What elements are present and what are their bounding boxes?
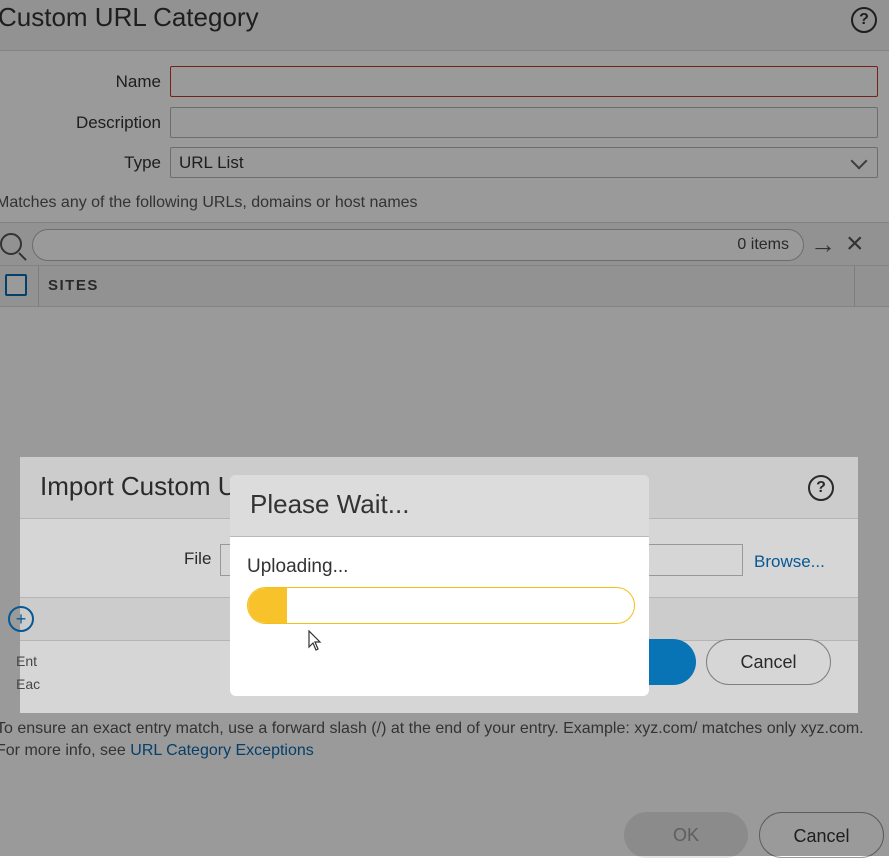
please-wait-dialog: Please Wait... Uploading... — [230, 475, 649, 696]
wait-dialog-title: Please Wait... — [250, 489, 410, 519]
upload-progress-fill — [248, 588, 287, 623]
modal-overlay — [0, 0, 889, 856]
wait-dialog-header: Please Wait... — [230, 475, 649, 537]
mouse-cursor-icon — [308, 630, 322, 651]
upload-progress-bar — [247, 587, 635, 624]
upload-status: Uploading... — [247, 556, 349, 577]
